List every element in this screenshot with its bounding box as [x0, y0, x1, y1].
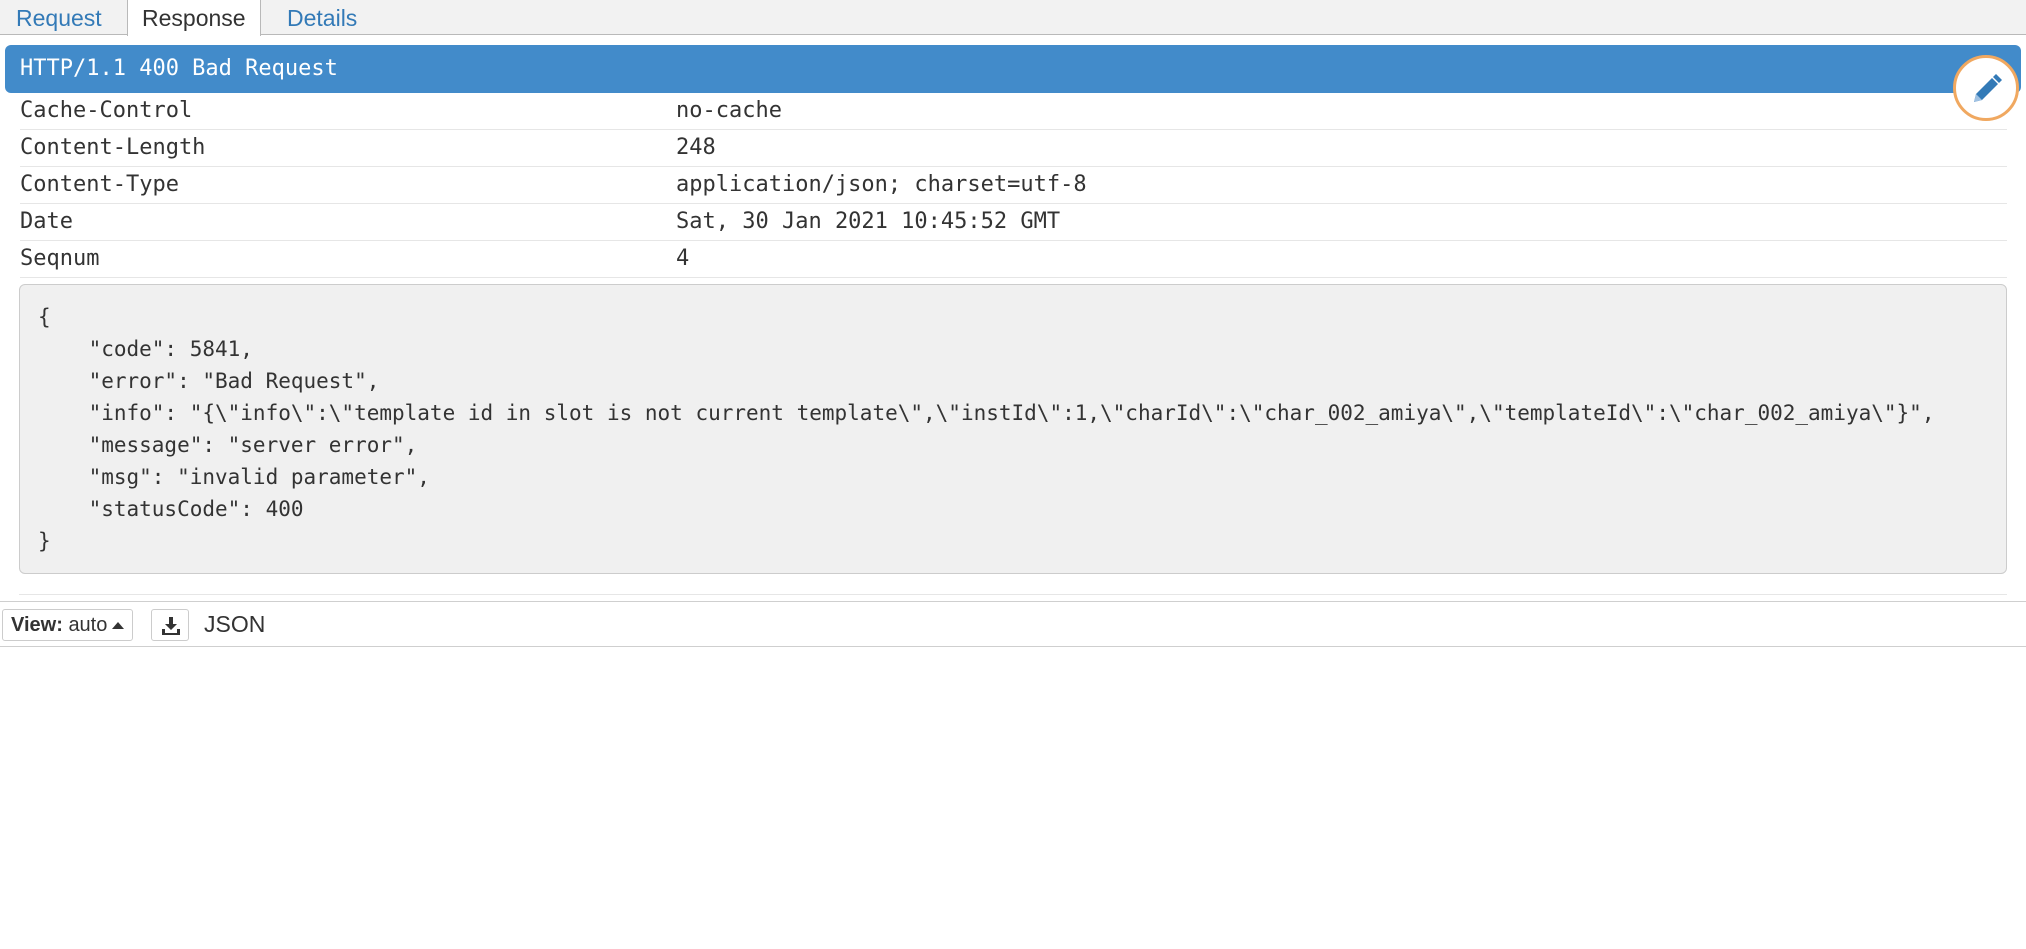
- header-name: Cache-Control: [20, 98, 193, 123]
- code-line: "msg": "invalid parameter",: [38, 465, 430, 489]
- response-body: { "code": 5841, "error": "Bad Request", …: [19, 284, 2007, 574]
- code-line: }: [38, 529, 51, 553]
- header-name: Content-Type: [20, 172, 179, 197]
- header-name: Content-Length: [20, 135, 206, 160]
- view-label: View:: [11, 614, 63, 636]
- header-row: Seqnum 4: [20, 241, 2007, 278]
- header-row: Cache-Control no-cache: [20, 93, 2007, 130]
- header-value: Sat, 30 Jan 2021 10:45:52 GMT: [676, 209, 1061, 234]
- code-line: "error": "Bad Request",: [38, 369, 380, 393]
- header-row: Content-Type application/json; charset=u…: [20, 167, 2007, 204]
- code-line: {: [38, 305, 51, 329]
- download-icon: [162, 617, 180, 635]
- code-line: "code": 5841,: [38, 337, 253, 361]
- divider: [19, 594, 2007, 595]
- header-value: no-cache: [676, 98, 782, 123]
- format-label: JSON: [204, 611, 266, 637]
- code-line: "message": "server error",: [38, 433, 418, 457]
- header-name: Date: [20, 209, 73, 234]
- tab-response[interactable]: Response: [127, 0, 261, 36]
- code-line: "statusCode": 400: [38, 497, 304, 521]
- status-line: HTTP/1.1 400 Bad Request: [5, 45, 2021, 93]
- tab-bar: Request Response Details: [0, 0, 2026, 36]
- header-row: Date Sat, 30 Jan 2021 10:45:52 GMT: [20, 204, 2007, 241]
- header-row: Content-Length 248: [20, 130, 2007, 167]
- response-headers: Cache-Control no-cache Content-Length 24…: [20, 93, 2007, 278]
- code-line: "info": "{\"info\":\"template id in slot…: [38, 401, 1935, 425]
- view-toolbar: View: auto JSON: [0, 601, 2026, 647]
- tab-request[interactable]: Request: [2, 0, 116, 35]
- download-button[interactable]: [151, 609, 189, 641]
- header-value: application/json; charset=utf-8: [676, 172, 1087, 197]
- view-value: auto: [68, 614, 108, 636]
- view-mode-dropdown[interactable]: View: auto: [2, 609, 134, 641]
- caret-up-icon: [112, 622, 125, 629]
- header-value: 4: [676, 246, 690, 271]
- header-name: Seqnum: [20, 246, 100, 271]
- tab-details[interactable]: Details: [273, 0, 371, 35]
- header-value: 248: [676, 135, 716, 160]
